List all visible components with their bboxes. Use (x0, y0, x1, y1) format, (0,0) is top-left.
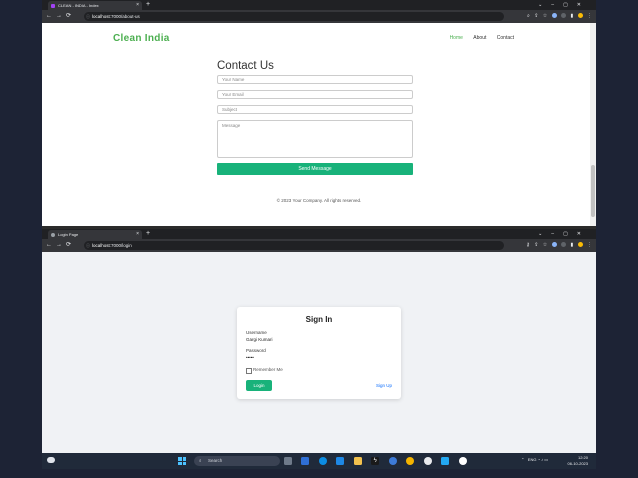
share-icon[interactable]: ⇪ (534, 10, 538, 23)
taskbar: ⌕ Search ϟ ⌃ ENG ◔ ♪ ▭ 12:20 06-10-2023 (42, 453, 596, 469)
vscode-icon[interactable] (441, 457, 450, 465)
file-explorer-icon[interactable] (353, 457, 362, 465)
url-field[interactable]: ⓘ localhost:7000/login (84, 241, 504, 250)
remember-me-checkbox[interactable] (246, 368, 252, 374)
menu-icon[interactable]: ⋮ (587, 10, 592, 23)
search-icon: ⌕ (199, 458, 202, 463)
signup-link[interactable]: Sign Up (376, 383, 392, 388)
email-field[interactable]: Your Email (217, 90, 413, 99)
nav-buttons[interactable]: ←→⟳ (46, 239, 75, 252)
edge-icon[interactable] (318, 457, 327, 465)
extension-icon[interactable] (561, 242, 567, 248)
taskbar-apps: ϟ (284, 457, 472, 465)
app-icon[interactable]: ϟ (371, 457, 380, 465)
site-nav: Home About Contact (441, 35, 514, 41)
login-button[interactable]: Login (246, 380, 272, 391)
mail-icon[interactable] (336, 457, 345, 465)
subject-field[interactable]: Subject (217, 105, 413, 114)
app-icon[interactable] (458, 457, 467, 465)
window-controls[interactable]: ⌄–▢✕ (538, 0, 590, 10)
browser-tab[interactable]: Login Page × (48, 230, 142, 239)
page-title: Contact Us (217, 60, 274, 72)
close-tab-icon[interactable]: × (136, 1, 139, 10)
nav-about-link[interactable]: About (473, 35, 486, 41)
clock-date: 06-10-2023 (567, 461, 588, 466)
new-tab-icon[interactable]: + (146, 0, 150, 10)
username-label: Username (246, 330, 267, 335)
star-icon[interactable]: ☆ (543, 10, 547, 23)
url-field[interactable]: ⓘ localhost:7000/about-us (84, 12, 504, 21)
teams-icon[interactable] (301, 457, 310, 465)
remember-me-label[interactable]: Remember Me (253, 367, 283, 372)
window-controls[interactable]: ⌄–▢✕ (538, 229, 590, 239)
star-icon[interactable]: ☆ (543, 239, 547, 252)
scrollbar-thumb[interactable] (591, 165, 595, 217)
browser-window-contact: CLEAN - INDIA - Index × + ⌄–▢✕ ←→⟳ ⓘ loc… (42, 0, 596, 226)
tab-strip: Login Page × + ⌄–▢✕ (42, 229, 596, 239)
address-bar-row: ←→⟳ ⓘ localhost:7000/login ⚷ ⇪ ☆ ▮ ⋮ (42, 239, 596, 252)
toolbar-icons: ⚷ ⇪ ☆ ▮ ⋮ (523, 239, 592, 252)
system-tray[interactable]: ⌃ ENG ◔ ♪ ▭ 12:20 06-10-2023 (521, 455, 588, 467)
toolbar-icons: ⌕ ⇪ ☆ ▮ ⋮ (524, 10, 592, 23)
url-domain: localhost (92, 14, 110, 19)
extensions-puzzle-icon[interactable]: ▮ (570, 10, 573, 23)
info-icon[interactable]: ⓘ (86, 241, 90, 250)
share-icon[interactable]: ⇪ (534, 239, 538, 252)
new-tab-icon[interactable]: + (146, 229, 150, 239)
chrome-icon[interactable] (406, 457, 415, 465)
url-domain: localhost (92, 243, 110, 248)
browser-window-login: Login Page × + ⌄–▢✕ ←→⟳ ⓘ localhost:7000… (42, 229, 596, 453)
taskbar-search[interactable]: ⌕ Search (194, 456, 280, 466)
message-field[interactable]: Message (217, 120, 413, 158)
app-icon[interactable] (423, 457, 432, 465)
start-icon[interactable] (178, 457, 186, 465)
zoom-icon[interactable]: ⌕ (527, 10, 530, 23)
browser-tab[interactable]: CLEAN - INDIA - Index × (48, 1, 142, 10)
info-icon[interactable]: ⓘ (86, 12, 90, 21)
profile-avatar-icon[interactable] (577, 242, 583, 248)
language-indicator: ENG (527, 457, 537, 462)
name-field[interactable]: Your Name (217, 75, 413, 84)
task-view-icon[interactable] (284, 457, 292, 465)
favicon-icon (51, 233, 55, 237)
url-path: :7000/about-us (109, 14, 140, 19)
brand-logo[interactable]: Clean India (113, 33, 170, 44)
address-bar-row: ←→⟳ ⓘ localhost:7000/about-us ⌕ ⇪ ☆ ▮ ⋮ (42, 10, 596, 23)
profile-avatar-icon[interactable] (577, 13, 583, 19)
taskbar-search-placeholder: Search (208, 458, 223, 463)
tab-title: CLEAN - INDIA - Index (58, 3, 99, 8)
send-message-button[interactable]: Send Message (217, 163, 413, 175)
extension-icon[interactable] (551, 242, 557, 248)
tray-icons[interactable]: ⌃ ENG ◔ ♪ ▭ (488, 457, 548, 463)
scrollbar[interactable] (590, 23, 596, 226)
tab-title: Login Page (58, 232, 79, 237)
weather-icon[interactable] (47, 457, 55, 463)
app-icon[interactable] (388, 457, 397, 465)
extension-icon[interactable] (561, 13, 567, 19)
extensions-puzzle-icon[interactable]: ▮ (570, 239, 573, 252)
menu-icon[interactable]: ⋮ (587, 239, 592, 252)
extension-icon[interactable] (551, 13, 557, 19)
nav-buttons[interactable]: ←→⟳ (46, 10, 75, 23)
url-path: :7000/login (109, 243, 132, 248)
password-input[interactable]: ••••• (246, 355, 254, 360)
signin-card: Sign In Username Gargi Kumari Password •… (237, 307, 401, 399)
password-label: Password (246, 348, 266, 353)
nav-contact-link[interactable]: Contact (497, 35, 514, 41)
screen: { "window1": { "tab_title": "CLEAN - IND… (0, 0, 638, 478)
footer-text: © 2023 Your Company. All rights reserved… (276, 198, 362, 203)
close-tab-icon[interactable]: × (136, 230, 139, 239)
key-icon[interactable]: ⚷ (526, 239, 530, 252)
tab-strip: CLEAN - INDIA - Index × + ⌄–▢✕ (42, 0, 596, 10)
username-input[interactable]: Gargi Kumari (246, 337, 273, 342)
nav-home-link[interactable]: Home (450, 35, 463, 41)
signin-title: Sign In (305, 315, 333, 324)
favicon-icon (51, 4, 55, 8)
